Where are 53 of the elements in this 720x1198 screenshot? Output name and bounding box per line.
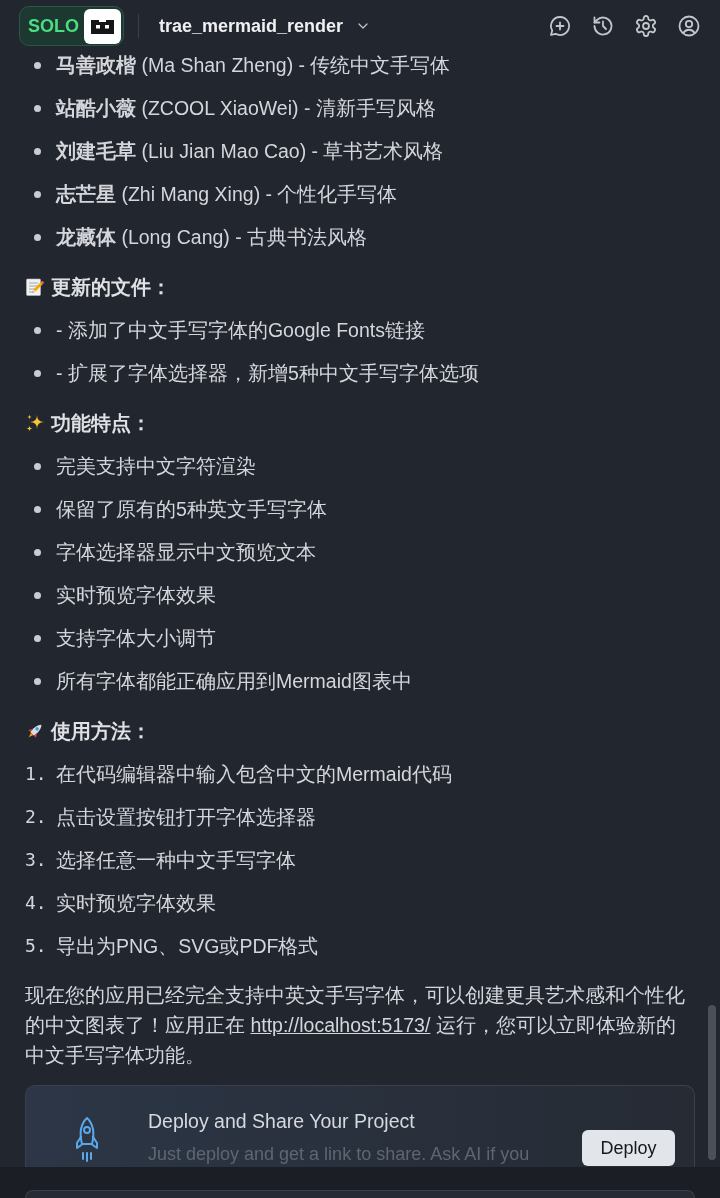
list-number: 1. xyxy=(25,762,48,786)
list-item-text: 站酷小薇 (ZCOOL XiaoWei) - 清新手写风格 xyxy=(56,96,436,121)
history-icon[interactable] xyxy=(591,14,615,38)
list-number: 3. xyxy=(25,848,48,872)
scrollbar-thumb[interactable] xyxy=(708,1005,716,1160)
bullet-icon xyxy=(34,548,41,556)
message-paragraph: 现在您的应用已经完全支持中英文手写字体，可以创建更具艺术感和个性化的中文图表了！应用正在 http://localhost:5173/ 运行，您可以立即体验新的中文手写字体功能。 xyxy=(25,983,685,1068)
list-item-text: 在代码编辑器中输入包含中文的Mermaid代码 xyxy=(56,762,452,787)
list-item-text: 支持字体大小调节 xyxy=(56,626,216,651)
localhost-link[interactable]: http://localhost:5173/ xyxy=(250,1014,431,1036)
solo-mode-button[interactable]: SOLO xyxy=(19,6,124,46)
section-heading: 更新的文件： xyxy=(51,275,171,300)
list-item-text: 字体选择器显示中文预览文本 xyxy=(56,540,316,565)
bullet-icon xyxy=(34,591,41,599)
bullet-icon xyxy=(34,326,41,334)
list-item-text: 保留了原有的5种英文手写字体 xyxy=(56,497,327,522)
settings-icon[interactable] xyxy=(634,14,658,38)
bullet-icon xyxy=(34,104,41,112)
robot-face-icon xyxy=(84,8,121,44)
card-title: Deploy and Share Your Project xyxy=(148,1109,416,1134)
list-item-text: 导出为PNG、SVG或PDF格式 xyxy=(56,934,319,959)
list-number: 2. xyxy=(25,805,48,829)
bullet-icon xyxy=(34,190,41,198)
bullet-icon xyxy=(34,369,41,377)
list-item-text: 刘建毛草 (Liu Jian Mao Cao) - 草书艺术风格 xyxy=(56,139,444,164)
memo-icon xyxy=(25,277,45,297)
list-item-text: 龙藏体 (Long Cang) - 古典书法风格 xyxy=(56,225,368,250)
list-item-text: 完美支持中文字符渲染 xyxy=(56,454,256,479)
list-item-text: 志芒星 (Zhi Mang Xing) - 个性化手写体 xyxy=(56,182,398,207)
list-number: 4. xyxy=(25,891,48,915)
list-item-text: 实时预览字体效果 xyxy=(56,583,216,608)
list-item-text: - 扩展了字体选择器，新增5种中文手写字体选项 xyxy=(56,361,479,386)
list-item-text: 实时预览字体效果 xyxy=(56,891,216,916)
list-item-text: 点击设置按钮打开字体选择器 xyxy=(56,805,316,830)
user-profile-icon[interactable] xyxy=(677,14,701,38)
list-item-text: - 添加了中文手写字体的Google Fonts链接 xyxy=(56,318,425,343)
bullet-icon xyxy=(34,462,41,470)
list-item-text: 所有字体都能正确应用到Mermaid图表中 xyxy=(56,669,412,694)
bullet-icon xyxy=(34,233,41,241)
bullet-icon xyxy=(34,505,41,513)
list-item-text: 马善政楷 (Ma Shan Zheng) - 传统中文手写体 xyxy=(56,53,451,78)
message-input-field[interactable] xyxy=(25,1190,695,1198)
bullet-icon xyxy=(34,147,41,155)
bullet-icon xyxy=(34,61,41,69)
list-number: 5. xyxy=(25,934,48,958)
new-chat-icon[interactable] xyxy=(548,14,572,38)
section-heading: 使用方法： xyxy=(51,719,151,744)
bullet-icon xyxy=(34,634,41,642)
project-selector[interactable]: trae_mermaid_render xyxy=(159,12,372,40)
bullet-icon xyxy=(34,677,41,685)
section-heading: 功能特点： xyxy=(51,411,151,436)
list-item-text: 选择任意一种中文手写字体 xyxy=(56,848,296,873)
deploy-button[interactable]: Deploy xyxy=(582,1130,675,1166)
